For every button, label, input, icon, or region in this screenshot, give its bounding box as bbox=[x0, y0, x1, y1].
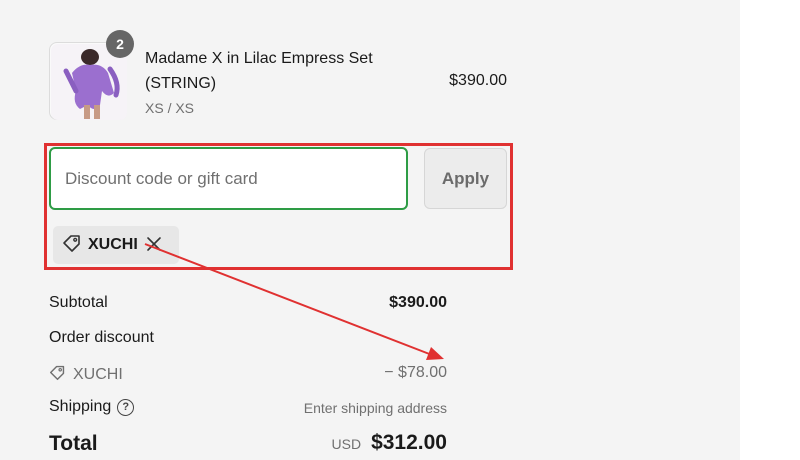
total-label: Total bbox=[49, 432, 98, 455]
total-value-group: USD $312.00 bbox=[332, 431, 447, 455]
order-summary-panel: 2 Madame X in Lilac Empress Set (STRING)… bbox=[0, 0, 740, 460]
quantity-badge: 2 bbox=[106, 30, 134, 58]
tag-icon bbox=[49, 364, 66, 386]
total-amount: $312.00 bbox=[371, 431, 447, 454]
summary-discount-code-text: XUCHI bbox=[73, 366, 123, 383]
product-title: Madame X in Lilac Empress Set (STRING) bbox=[145, 50, 373, 92]
subtotal-label: Subtotal bbox=[49, 294, 108, 311]
order-discount-label: Order discount bbox=[49, 329, 154, 346]
summary-discount-code: XUCHI bbox=[49, 364, 123, 386]
shipping-label: Shipping bbox=[49, 398, 112, 415]
discount-amount: − $78.00 bbox=[384, 364, 447, 381]
annotation-highlight-box bbox=[44, 143, 513, 270]
subtotal-value: $390.00 bbox=[389, 294, 447, 311]
help-icon[interactable]: ? bbox=[117, 398, 135, 416]
product-price: $390.00 bbox=[449, 72, 507, 89]
currency-code: USD bbox=[331, 436, 362, 452]
shipping-row-label: Shipping? bbox=[49, 398, 135, 416]
product-variant: XS / XS bbox=[145, 100, 195, 116]
shipping-value: Enter shipping address bbox=[303, 400, 447, 416]
